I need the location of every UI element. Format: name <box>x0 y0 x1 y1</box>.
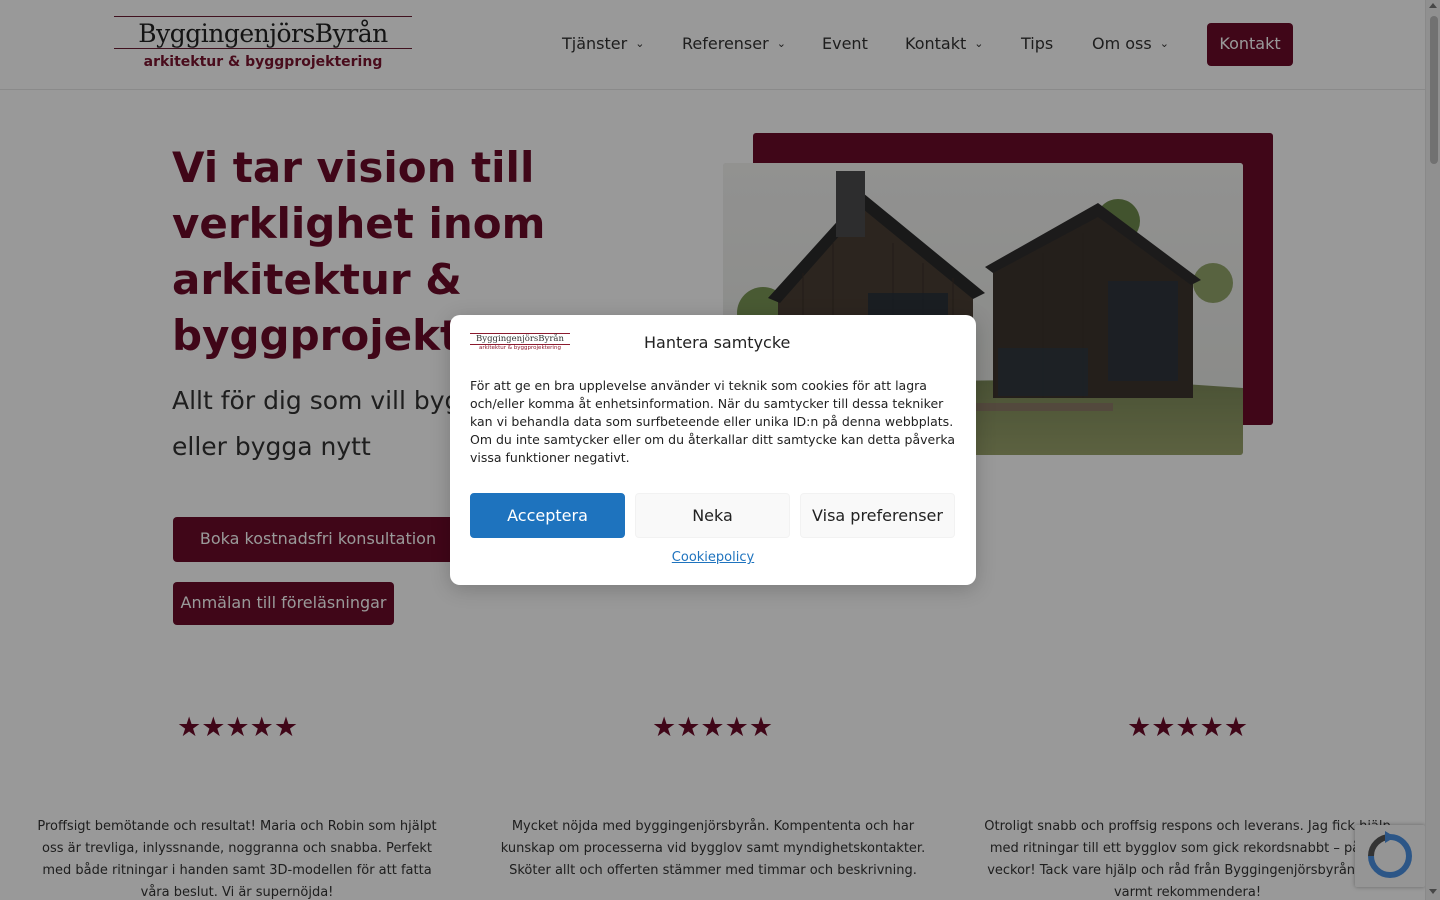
consent-title: Hantera samtycke <box>644 333 791 352</box>
consent-body: För att ge en bra upplevelse använder vi… <box>470 378 956 465</box>
preferences-button[interactable]: Visa preferenser <box>800 493 955 538</box>
consent-logo-name: ByggingenjörsByrån <box>476 334 564 344</box>
deny-button[interactable]: Neka <box>635 493 790 538</box>
cookie-consent-dialog: ByggingenjörsByrån arkitektur & byggproj… <box>450 315 976 585</box>
consent-logo-tagline: arkitektur & byggprojektering <box>479 345 561 351</box>
accept-button[interactable]: Acceptera <box>470 493 625 538</box>
consent-logo: ByggingenjörsByrån arkitektur & byggproj… <box>470 333 570 353</box>
cookie-policy-link[interactable]: Cookiepolicy <box>450 550 976 565</box>
